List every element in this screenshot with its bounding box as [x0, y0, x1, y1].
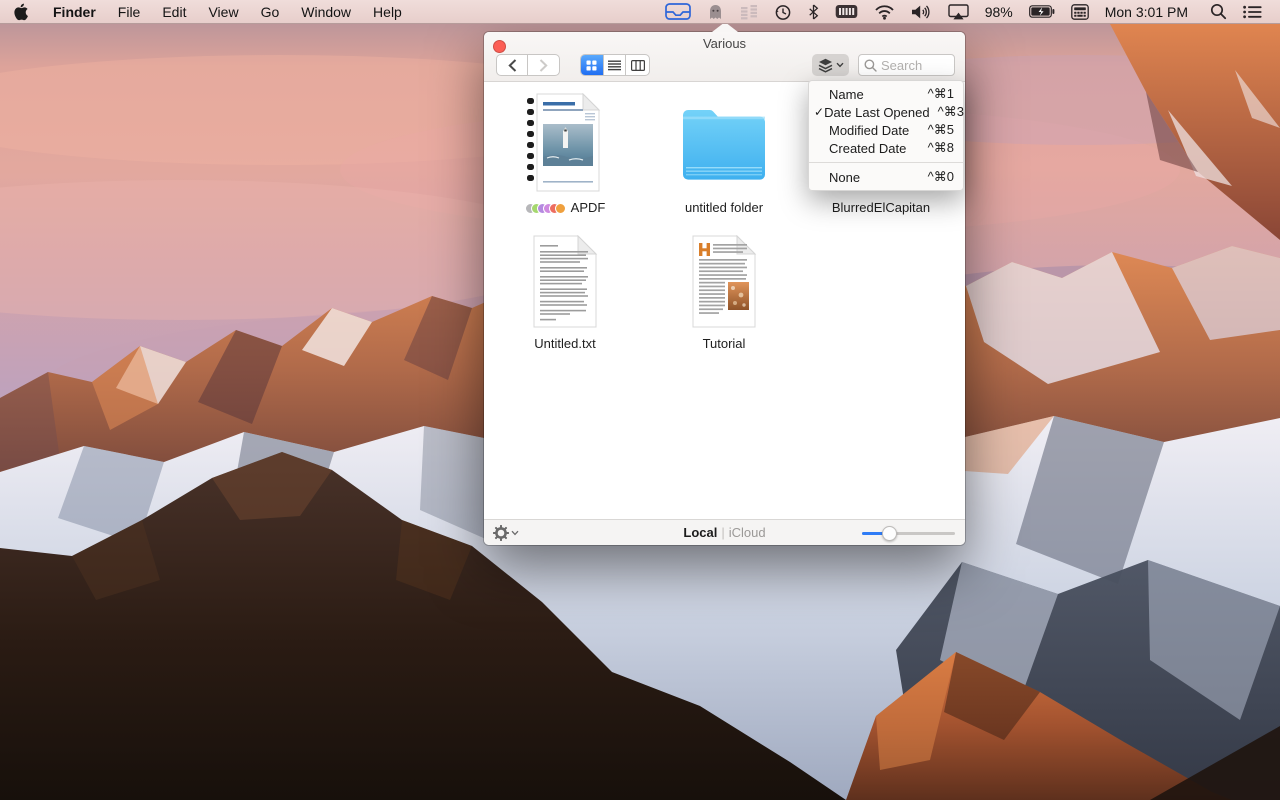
list-view-icon [608, 60, 621, 71]
search-field[interactable] [858, 54, 955, 76]
column-view-icon [631, 60, 645, 71]
apple-icon [14, 3, 29, 21]
menu-bar: Finder File Edit View Go Window Help [0, 0, 1280, 24]
memory-module-icon[interactable] [827, 4, 866, 19]
inbox-tray-icon[interactable] [657, 3, 699, 20]
file-item-apdf[interactable]: APDF [495, 92, 635, 216]
icon-size-slider[interactable] [862, 520, 955, 546]
tag-dots [525, 203, 566, 214]
chevron-left-icon [508, 59, 517, 72]
apple-menu[interactable] [0, 3, 42, 21]
shortcut-label: ^⌘1 [928, 86, 954, 102]
local-label[interactable]: Local [683, 525, 717, 540]
arrange-by-button[interactable] [812, 54, 849, 76]
airplay-display-icon[interactable] [940, 4, 977, 20]
window-title: Various [484, 36, 965, 52]
sync-bars-icon[interactable] [732, 4, 766, 20]
menu-item-modified-date[interactable]: Modified Date ^⌘5 [809, 121, 963, 139]
search-icon [864, 59, 877, 72]
file-label-apdf: APDF [495, 200, 635, 216]
view-switcher [580, 54, 650, 76]
spotlight-icon[interactable] [1196, 3, 1235, 20]
menu-window[interactable]: Window [290, 0, 362, 24]
chevron-down-icon [836, 62, 844, 68]
menu-bar-left: Finder File Edit View Go Window Help [0, 0, 413, 24]
window-footer: Local|iCloud [484, 519, 965, 545]
menu-item-name[interactable]: Name ^⌘1 [809, 85, 963, 103]
forward-button[interactable] [528, 55, 559, 75]
keyboard-viewer-icon[interactable] [1063, 4, 1097, 20]
slider-thumb[interactable] [882, 526, 897, 541]
chevron-right-icon [539, 59, 548, 72]
list-view-button[interactable] [604, 55, 627, 75]
file-label-tutorial: Tutorial [654, 336, 794, 352]
battery-charging-icon[interactable] [1021, 5, 1063, 18]
menu-separator [809, 162, 963, 163]
nav-buttons [496, 54, 560, 76]
wifi-icon[interactable] [866, 4, 903, 20]
column-view-button[interactable] [626, 55, 649, 75]
time-machine-icon[interactable] [766, 3, 800, 21]
menu-file[interactable]: File [107, 0, 152, 24]
menu-finder[interactable]: Finder [42, 0, 107, 24]
file-item-untitled-folder[interactable]: untitled folder [654, 92, 794, 216]
battery-percent: 98% [977, 0, 1021, 24]
file-item-untitled-txt[interactable]: Untitled.txt [495, 234, 635, 352]
file-label-untitled-txt: Untitled.txt [495, 336, 635, 352]
notification-center-icon[interactable] [1235, 5, 1274, 19]
menu-help[interactable]: Help [362, 0, 413, 24]
pdf-document-icon [527, 93, 603, 192]
menu-bar-status: 98% Mon 3:01 PM [657, 0, 1280, 24]
arrange-by-menu: Name ^⌘1 ✓ Date Last Opened ^⌘3 Modified… [808, 80, 964, 191]
close-button[interactable] [493, 40, 506, 53]
divider: | [717, 525, 728, 540]
icon-view-button[interactable] [581, 55, 604, 75]
shortcut-label: ^⌘3 [938, 104, 964, 120]
menu-view[interactable]: View [197, 0, 249, 24]
layers-icon [818, 58, 833, 73]
grid-view-icon [586, 60, 597, 71]
search-input[interactable] [877, 58, 947, 73]
text-document-icon [532, 235, 598, 328]
menu-go[interactable]: Go [250, 0, 291, 24]
ghost-icon[interactable] [699, 4, 732, 20]
back-button[interactable] [497, 55, 528, 75]
menu-item-date-last-opened[interactable]: ✓ Date Last Opened ^⌘3 [809, 103, 963, 121]
menu-bar-clock[interactable]: Mon 3:01 PM [1097, 0, 1196, 24]
rich-text-document-icon [691, 235, 757, 328]
file-label-untitled-folder: untitled folder [654, 200, 794, 216]
menu-edit[interactable]: Edit [151, 0, 197, 24]
menu-item-none[interactable]: None ^⌘0 [809, 168, 963, 186]
icloud-label[interactable]: iCloud [729, 525, 766, 540]
folder-icon [679, 104, 769, 186]
finder-popover-window: Various [484, 32, 965, 545]
shortcut-label: ^⌘5 [928, 122, 954, 138]
shortcut-label: ^⌘0 [928, 169, 954, 185]
menu-item-created-date[interactable]: Created Date ^⌘8 [809, 139, 963, 157]
window-header[interactable]: Various [484, 32, 965, 82]
checkmark-icon: ✓ [814, 105, 824, 119]
file-item-tutorial[interactable]: Tutorial [654, 234, 794, 352]
file-label-blurredelcapitan: BlurredElCapitan [811, 200, 951, 216]
shortcut-label: ^⌘8 [928, 140, 954, 156]
bluetooth-icon[interactable] [800, 4, 827, 20]
volume-icon[interactable] [903, 4, 940, 20]
